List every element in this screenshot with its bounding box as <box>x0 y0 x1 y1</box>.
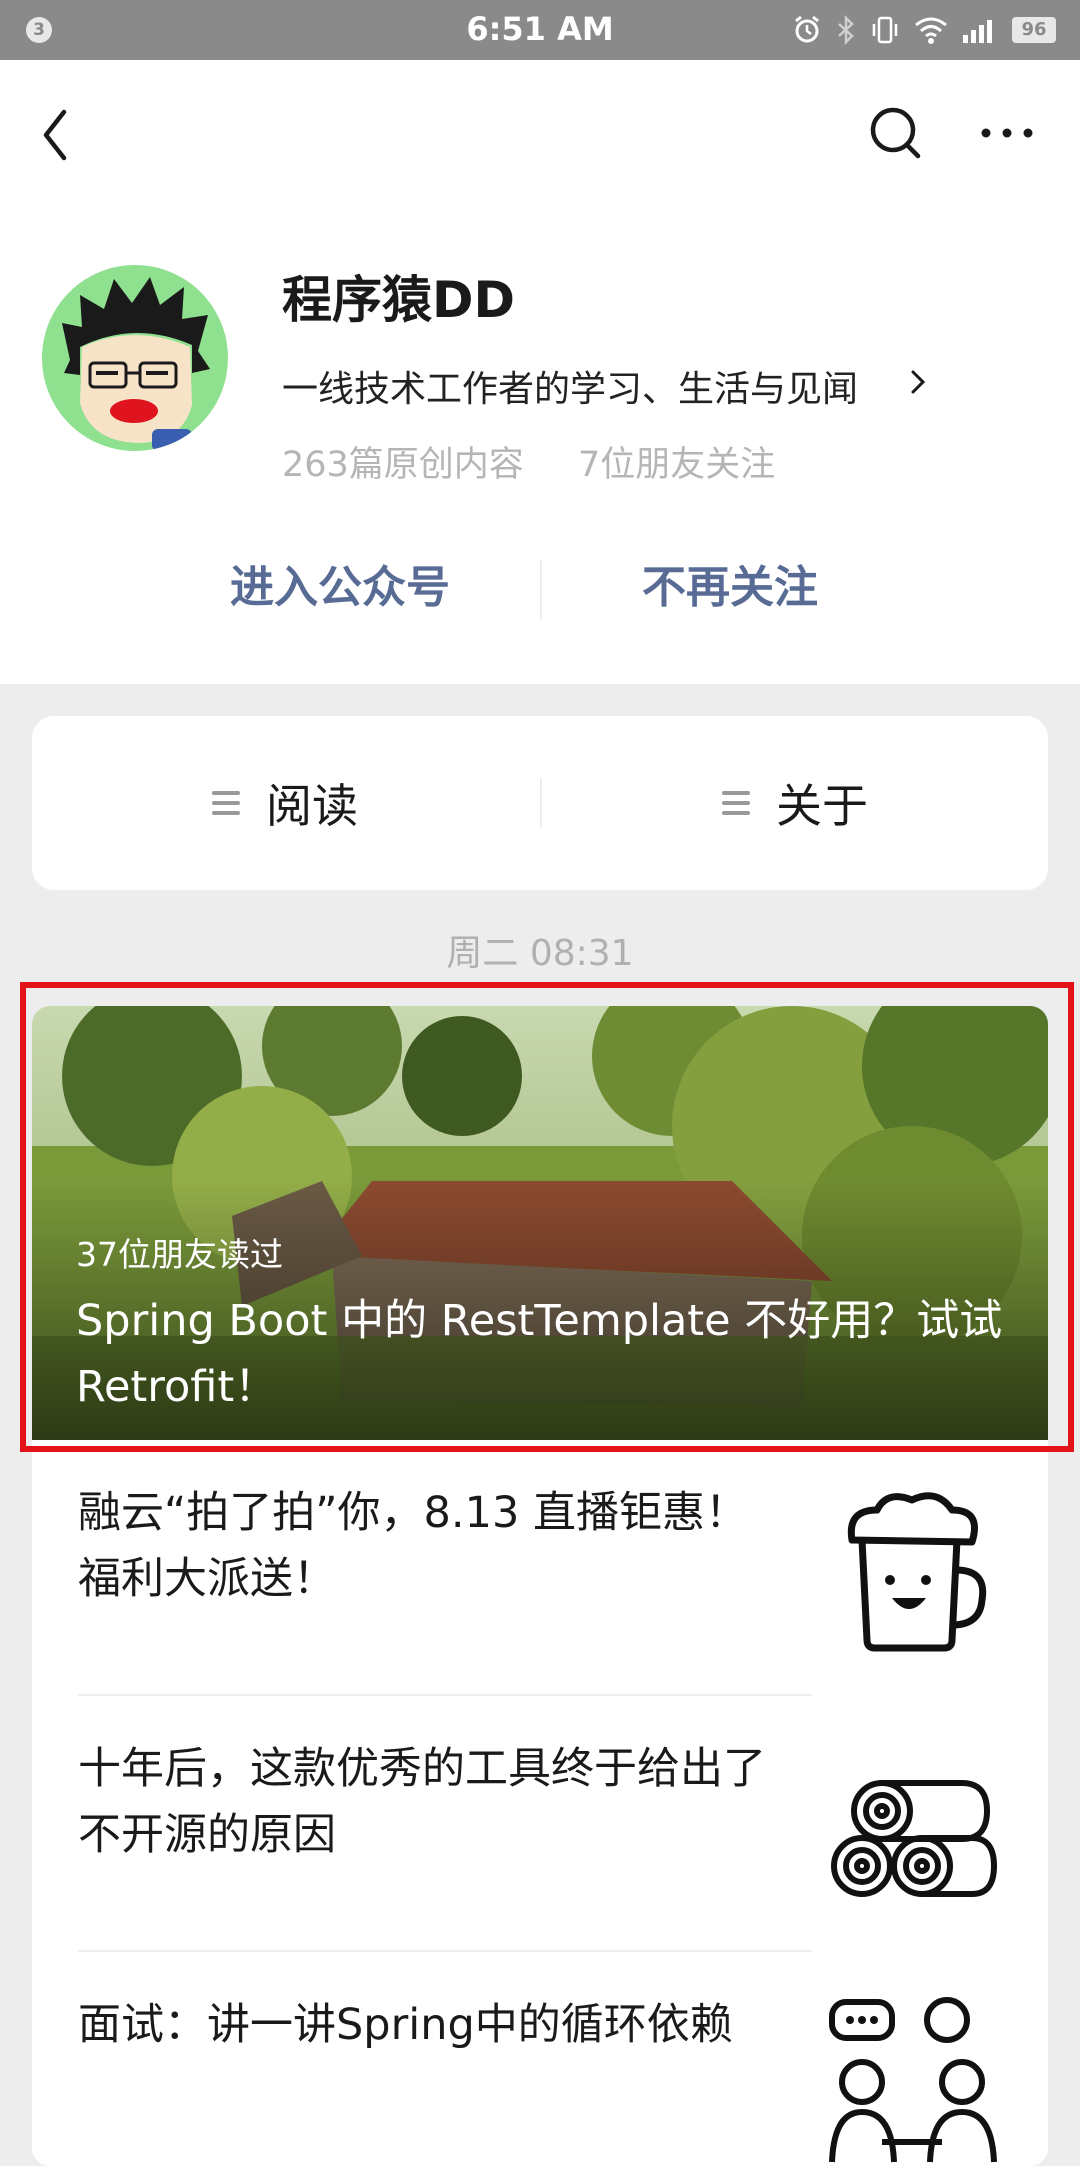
people-chat-icon <box>829 1997 997 2163</box>
tabs-card: 阅读 关于 <box>32 716 1048 890</box>
tab-about[interactable]: 关于 <box>722 716 868 890</box>
tab-read[interactable]: 阅读 <box>212 716 358 890</box>
menu-icon <box>722 791 750 815</box>
unfollow-button[interactable]: 不再关注 <box>560 548 900 628</box>
chevron-left-icon[interactable] <box>36 100 76 170</box>
article-title: 融云“拍了拍”你，8.13 直播钜惠！福利大派送！ <box>78 1488 748 1604</box>
article-list: 37位朋友读过 Spring Boot 中的 RestTemplate 不好用？… <box>32 1006 1048 2166</box>
search-icon[interactable] <box>866 98 926 168</box>
account-description[interactable]: 一线技术工作者的学习、生活与见闻 <box>282 360 858 412</box>
account-name: 程序猿DD <box>282 271 516 329</box>
bluetooth-icon <box>838 15 854 45</box>
featured-title: Spring Boot 中的 RestTemplate 不好用？试试 Retro… <box>76 1296 1003 1412</box>
featured-article[interactable]: 37位朋友读过 Spring Boot 中的 RestTemplate 不好用？… <box>32 1006 1048 1440</box>
status-bar: 3 6:51 AM 96 <box>0 0 1080 60</box>
cartoon-avatar-icon <box>42 265 228 451</box>
avatar[interactable] <box>42 265 228 451</box>
alarm-icon <box>795 15 819 43</box>
battery-icon: 96 <box>1012 17 1056 43</box>
divider <box>540 778 542 828</box>
tab-label: 阅读 <box>266 779 358 833</box>
original-count: 263篇原创内容 <box>282 445 524 485</box>
friends-read-count: 37位朋友读过 <box>76 1235 283 1274</box>
more-horizontal-icon[interactable] <box>972 98 1042 168</box>
status-icons: 96 <box>792 12 1056 48</box>
friends-following: 7位朋友关注 <box>578 445 776 485</box>
enter-account-button[interactable]: 进入公众号 <box>170 548 510 628</box>
list-item[interactable]: 十年后，这款优秀的工具终于给出了不开源的原因 <box>32 1696 1048 1952</box>
chevron-right-icon[interactable] <box>908 362 928 402</box>
wifi-icon <box>915 17 947 44</box>
article-title: 面试：讲一讲Spring中的循环依赖 <box>78 2000 733 2050</box>
list-item[interactable]: 面试：讲一讲Spring中的循环依赖 <box>32 1952 1048 2166</box>
list-item[interactable]: 融云“拍了拍”你，8.13 直播钜惠！福利大派送！ <box>32 1440 1048 1696</box>
logs-icon <box>831 1780 998 1897</box>
tab-label: 关于 <box>776 779 868 833</box>
menu-icon <box>212 791 240 815</box>
feed-timestamp: 周二 08:31 <box>446 933 634 974</box>
divider <box>540 560 542 620</box>
vibrate-icon <box>872 16 898 44</box>
account-header: 程序猿DD 一线技术工作者的学习、生活与见闻 263篇原创内容 7位朋友关注 进… <box>0 60 1080 684</box>
article-title: 十年后，这款优秀的工具终于给出了不开源的原因 <box>78 1744 766 1860</box>
beer-mug-icon <box>847 1492 987 1652</box>
signal-icon <box>963 20 992 43</box>
